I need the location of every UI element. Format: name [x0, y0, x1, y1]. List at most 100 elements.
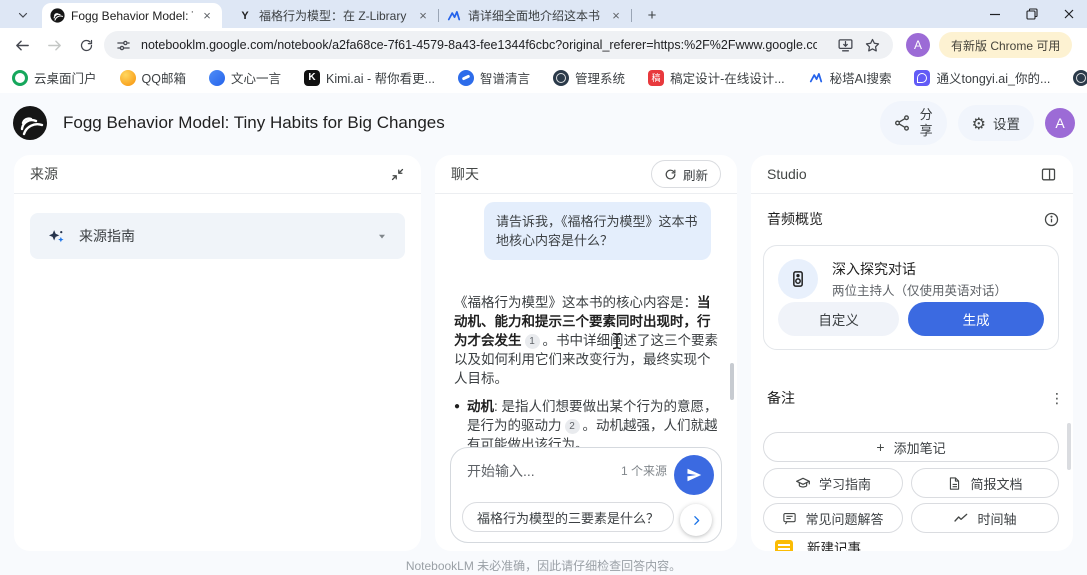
- note-icon: [775, 540, 793, 552]
- faq-button[interactable]: 常见问题解答: [763, 503, 903, 533]
- notes-menu-icon[interactable]: ⋮: [1050, 390, 1064, 407]
- sources-panel-title: 来源: [30, 164, 58, 184]
- split-view-icon[interactable]: [1040, 166, 1057, 183]
- studio-panel-title: Studio: [767, 166, 807, 182]
- browser-toolbar: notebooklm.google.com/notebook/a2fa68ce-…: [0, 28, 1087, 62]
- tab-metaso[interactable]: 请详细全面地介绍这本书《福格 ×: [439, 3, 631, 28]
- refresh-label: 刷新: [683, 165, 708, 184]
- kimi-icon: [304, 70, 320, 86]
- tab-strip: Fogg Behavior Model: Tiny H × 福格行为模型：在 Z…: [0, 0, 1087, 28]
- notebooklm-logo: [12, 105, 48, 141]
- bookmark-item[interactable]: Kimi.ai - 帮你看更...: [304, 68, 435, 87]
- browser-window: Fogg Behavior Model: Tiny H × 福格行为模型：在 Z…: [0, 0, 1087, 575]
- bookmark-item[interactable]: 文心一言: [209, 68, 281, 87]
- restore-button[interactable]: [1013, 0, 1050, 28]
- bookmark-item[interactable]: QQ邮箱: [120, 68, 186, 87]
- generate-button[interactable]: 生成: [908, 302, 1044, 336]
- tab-title: 请详细全面地介绍这本书《福格: [468, 7, 602, 24]
- citation-chip[interactable]: 2: [565, 419, 580, 434]
- chevron-right-icon: [690, 514, 703, 527]
- user-message-bubble: 请告诉我，《福格行为模型》这本书地核心内容是什么？: [484, 202, 711, 260]
- answer-bullet-item: ●动机: 是指人们想要做出某个行为的意愿，是行为的驱动力2。动机越强，人们就越有…: [454, 397, 720, 454]
- suggested-question-chip[interactable]: 福格行为模型的三要素是什么？: [462, 502, 674, 532]
- minimize-button[interactable]: [976, 0, 1013, 28]
- collapse-panel-icon[interactable]: [390, 167, 405, 182]
- graduation-cap-icon: [795, 475, 811, 491]
- bookmark-item[interactable]: 管理系统: [553, 68, 625, 87]
- bookmark-item[interactable]: 稿定设计-在线设计...: [648, 68, 785, 87]
- chevron-down-icon[interactable]: [376, 230, 388, 242]
- refresh-chat-button[interactable]: 刷新: [651, 160, 721, 188]
- tab-close-icon[interactable]: ×: [608, 8, 624, 24]
- action-label: 简报文档: [970, 474, 1022, 493]
- zlibrary-favicon: [237, 8, 253, 24]
- study-guide-button[interactable]: 学习指南: [763, 468, 903, 498]
- share-label: 分享: [920, 107, 934, 139]
- briefing-doc-button[interactable]: 简报文档: [911, 468, 1059, 498]
- new-tab-button[interactable]: +: [640, 3, 664, 27]
- chat-panel-title: 聊天: [451, 164, 479, 184]
- gear-icon: ⚙: [972, 114, 986, 133]
- customize-button[interactable]: 自定义: [778, 302, 899, 336]
- answer-bold-text: 动机: [467, 399, 494, 414]
- close-window-button[interactable]: [1050, 0, 1087, 28]
- bookmark-label: Kimi.ai - 帮你看更...: [326, 68, 435, 87]
- tab-zlibrary[interactable]: 福格行为模型：在 Z-Library 上 ×: [230, 3, 438, 28]
- chat-scrollbar-thumb[interactable]: [730, 363, 734, 400]
- bookmark-item[interactable]: 秘塔AI搜索: [808, 68, 892, 87]
- new-note-row[interactable]: 新建记事: [775, 537, 861, 551]
- next-suggestion-button[interactable]: [680, 504, 712, 536]
- tab-search-chevron-icon[interactable]: [10, 3, 36, 27]
- bookmark-label: QQ邮箱: [142, 68, 186, 87]
- back-button[interactable]: [8, 31, 36, 59]
- sources-panel: 来源 来源指南: [14, 155, 421, 551]
- bookmarks-bar: 云桌面门户 QQ邮箱 文心一言 Kimi.ai - 帮你看更... 智谱清言 管…: [0, 62, 1087, 93]
- text-cursor: [611, 332, 623, 350]
- wenxin-icon: [209, 70, 225, 86]
- tab-notebooklm[interactable]: Fogg Behavior Model: Tiny H ×: [42, 3, 222, 28]
- source-guide-row[interactable]: 来源指南: [30, 213, 405, 259]
- account-avatar[interactable]: A: [1045, 108, 1075, 138]
- site-settings-icon[interactable]: [116, 38, 131, 53]
- bookmark-item[interactable]: 通义tongyi.ai_你的...: [914, 68, 1050, 87]
- send-button[interactable]: [674, 455, 714, 495]
- speech-bubble-icon: [782, 511, 797, 526]
- studio-scrollbar-thumb[interactable]: [1067, 423, 1071, 470]
- document-icon: [947, 476, 962, 491]
- settings-button[interactable]: ⚙ 设置: [958, 105, 1034, 141]
- timeline-button[interactable]: 时间轴: [911, 503, 1059, 533]
- bookmark-item[interactable]: 智谱清言: [458, 68, 530, 87]
- send-icon: [685, 466, 703, 484]
- address-bar[interactable]: notebooklm.google.com/notebook/a2fa68ce-…: [104, 31, 893, 59]
- new-note-label: 新建记事: [807, 537, 861, 551]
- tab-close-icon[interactable]: ×: [199, 8, 215, 24]
- citation-chip[interactable]: 1: [525, 334, 540, 349]
- globe-icon: [1073, 70, 1087, 86]
- forward-button[interactable]: [40, 31, 68, 59]
- tab-separator: [631, 9, 632, 22]
- bookmark-star-icon[interactable]: [864, 37, 881, 54]
- tab-close-icon[interactable]: ×: [415, 8, 431, 24]
- deep-dive-card: 深入探究对话 两位主持人（仅使用英语对话） 自定义 生成: [763, 245, 1059, 350]
- source-count-label: 1 个来源: [621, 462, 667, 479]
- bookmark-item[interactable]: 云桌面门户: [12, 68, 97, 87]
- chat-input[interactable]: [467, 463, 615, 479]
- add-note-button[interactable]: + 添加笔记: [763, 432, 1059, 462]
- reload-button[interactable]: [72, 31, 100, 59]
- tongyi-icon: [914, 70, 930, 86]
- answer-text: 《福格行为模型》这本书的核心内容是：: [454, 295, 697, 310]
- browser-profile-avatar[interactable]: A: [906, 33, 930, 57]
- share-button[interactable]: 分享: [880, 101, 947, 145]
- qq-mail-icon: [120, 70, 136, 86]
- bookmark-item[interactable]: 国寿e店: [1073, 68, 1087, 87]
- notebook-title[interactable]: Fogg Behavior Model: Tiny Habits for Big…: [63, 113, 445, 133]
- info-icon[interactable]: [1043, 211, 1060, 228]
- chrome-update-chip[interactable]: 有新版 Chrome 可用: [939, 32, 1072, 58]
- install-app-icon[interactable]: [837, 37, 854, 54]
- bookmark-label: 通义tongyi.ai_你的...: [936, 68, 1050, 87]
- metaso-favicon: [446, 8, 462, 24]
- url-text[interactable]: notebooklm.google.com/notebook/a2fa68ce-…: [141, 38, 817, 52]
- chat-input-card: 1 个来源 福格行为模型的三要素是什么？: [450, 447, 722, 543]
- bookmark-label: 稿定设计-在线设计...: [670, 68, 785, 87]
- browser-menu-icon[interactable]: ⋮: [1078, 32, 1087, 58]
